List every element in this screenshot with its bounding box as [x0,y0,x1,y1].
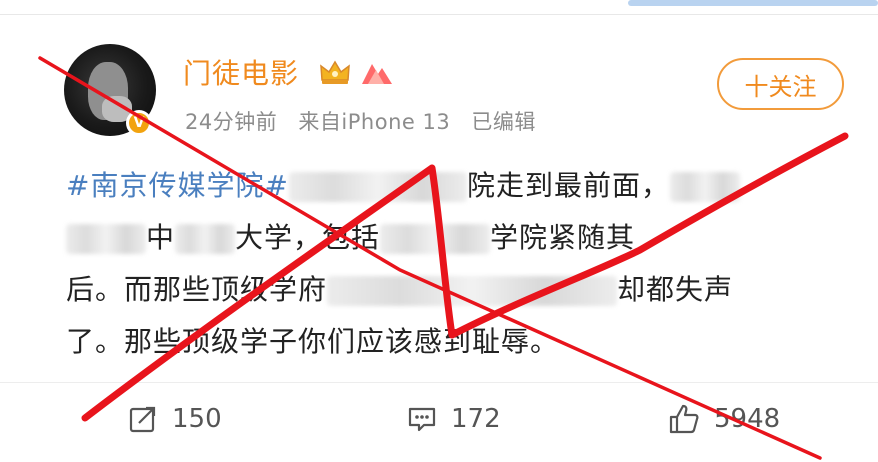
blurred-text [327,276,618,306]
actions-divider [0,382,878,383]
topic-link[interactable]: #南京传媒学院# [66,169,289,202]
mountain-icon [362,64,392,84]
body-text: 大学，包括 [235,221,381,254]
post-body: #南京传媒学院# 院走到最前面， 中 大学，包括 学院紧随其 后。而那些顶级学府 却都失… [66,160,826,368]
comment-icon [408,407,436,432]
blurred-text [288,172,467,202]
post-time: 24分钟前 [185,110,278,134]
body-text: 却都失声 [617,273,734,306]
body-line-4: 了。那些顶级学子你们应该感到耻辱。 [66,325,560,358]
follow-button[interactable]: 十关注 [717,58,844,110]
repost-count: 150 [172,404,222,434]
verified-badge: V [126,110,152,136]
body-text: 后。而那些顶级学府 [66,273,328,306]
blurred-text [175,224,236,254]
edited-label: 已编辑 [471,110,536,134]
post-source: 来自iPhone 13 [298,110,451,134]
body-text: 中 [146,221,176,254]
top-accent-bar [628,0,878,6]
like-icon [669,404,699,434]
repost-button[interactable]: 150 [128,395,222,443]
repost-icon [129,406,156,433]
body-line-1: #南京传媒学院# 院走到最前面， [66,160,826,212]
post-meta: 24分钟前 来自iPhone 13 已编辑 [185,106,550,136]
like-button[interactable]: 5948 [668,395,780,443]
comment-button[interactable]: 172 [407,395,501,443]
crown-icon [320,60,350,84]
body-line-3: 后。而那些顶级学府 却都失声 [66,264,826,316]
body-line-2: 中 大学，包括 学院紧随其 [66,212,826,264]
top-divider [0,14,878,15]
blurred-text [669,172,740,202]
body-text: 院走到最前面， [466,169,670,202]
blurred-text [380,224,491,254]
like-count: 5948 [714,404,781,434]
username[interactable]: 门徒电影 [183,52,299,92]
blurred-text [66,224,146,254]
body-text: 学院紧随其 [490,221,636,254]
comment-count: 172 [451,404,501,434]
